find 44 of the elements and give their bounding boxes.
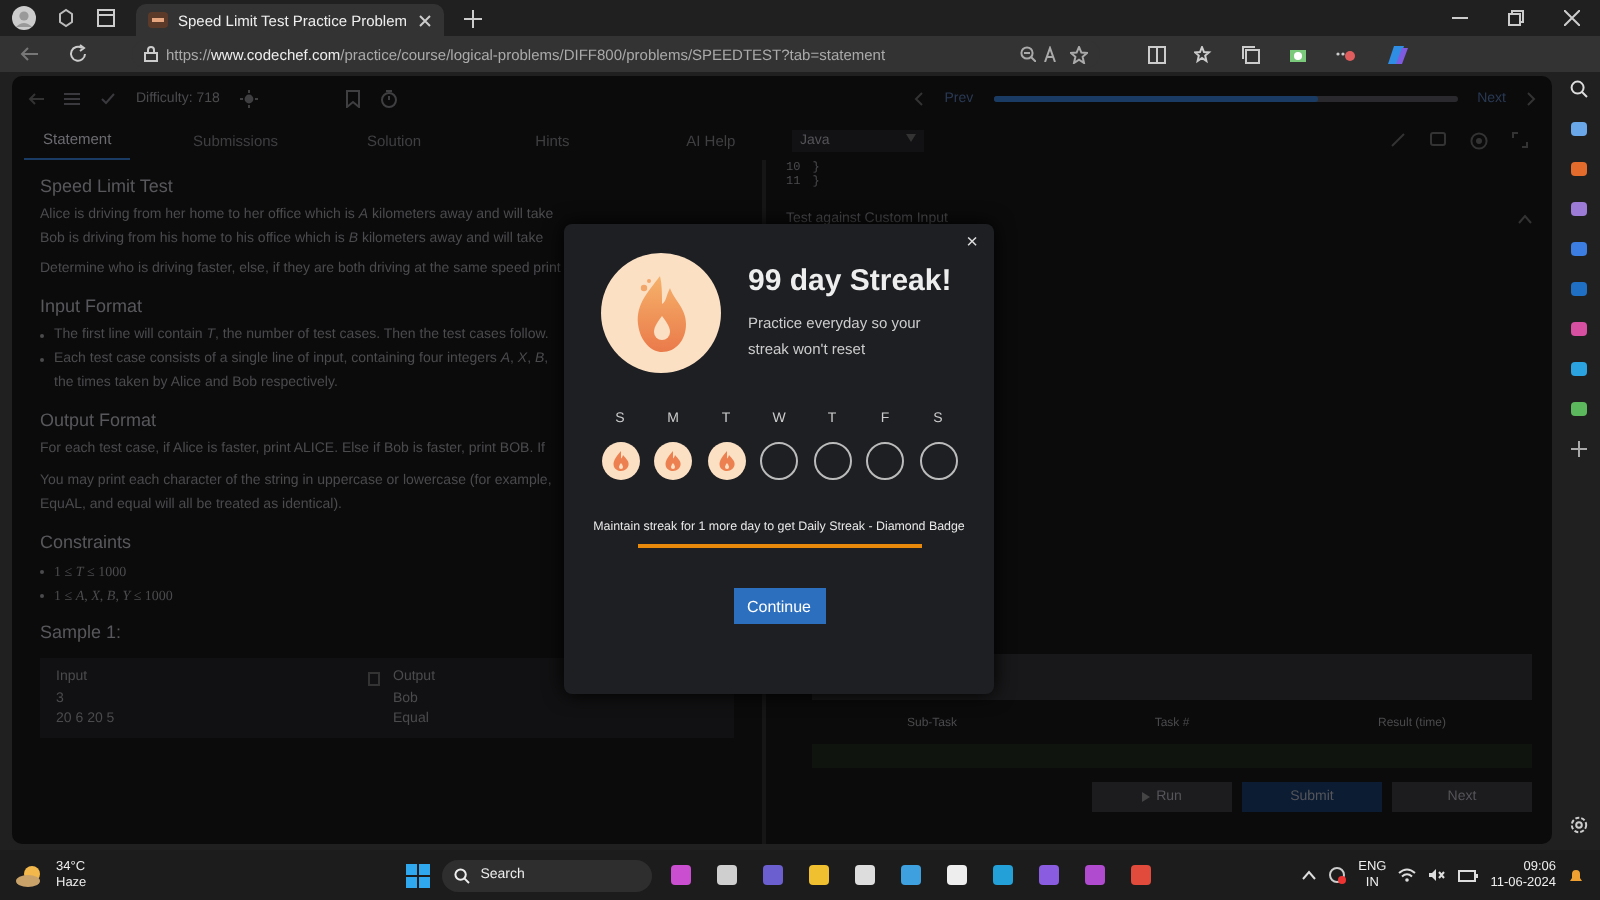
close-button[interactable]: × — [966, 232, 978, 254]
split-screen-icon[interactable] — [1148, 45, 1166, 63]
flame-icon — [717, 450, 735, 472]
star-icon[interactable] — [1070, 45, 1088, 63]
extension-icon[interactable] — [1288, 45, 1308, 63]
caret-icon — [906, 133, 916, 141]
close-icon[interactable] — [417, 13, 431, 27]
back-icon[interactable] — [20, 46, 40, 62]
flame-badge-icon — [600, 252, 722, 374]
new-tab-icon[interactable] — [463, 9, 481, 27]
more-icon[interactable] — [1336, 46, 1356, 62]
start-icon[interactable] — [406, 863, 431, 887]
flame-icon — [664, 450, 682, 472]
favorites-icon[interactable] — [1194, 45, 1214, 63]
refresh-icon[interactable] — [68, 44, 88, 64]
section-heading: Output Format — [40, 410, 157, 430]
profile-avatar-icon — [12, 6, 36, 30]
problem-title: Speed Limit Test — [40, 176, 173, 196]
add-icon[interactable] — [1569, 440, 1587, 458]
sync-icon[interactable] — [1328, 866, 1347, 884]
zoom-out-icon[interactable] — [1020, 46, 1036, 62]
check-icon — [100, 91, 116, 105]
search-icon[interactable] — [1569, 80, 1587, 98]
restore-icon[interactable] — [1508, 10, 1524, 26]
speaker-muted-icon[interactable] — [1428, 868, 1447, 882]
play-icon — [1142, 792, 1151, 802]
search-icon — [454, 867, 471, 883]
notification-bell-icon[interactable] — [1568, 867, 1584, 883]
read-aloud-icon[interactable] — [1044, 46, 1062, 62]
codechef-logo-icon — [148, 12, 168, 28]
battery-icon[interactable] — [1458, 869, 1479, 881]
flame-icon — [611, 450, 629, 472]
weather-icon — [16, 863, 44, 887]
lock-icon — [144, 46, 158, 62]
workspaces-icon[interactable] — [56, 8, 76, 28]
tab-actions-icon[interactable] — [96, 8, 116, 28]
section-heading: Input Format — [40, 296, 143, 316]
section-heading: Sample 1: — [40, 622, 122, 642]
wifi-icon[interactable] — [1398, 868, 1417, 882]
streak-title: 99 day Streak! — [748, 264, 952, 298]
section-heading: Constraints — [40, 532, 132, 552]
collections-icon[interactable] — [1242, 45, 1260, 63]
close-icon[interactable] — [1564, 10, 1580, 26]
continue-button[interactable]: Continue — [733, 588, 825, 624]
